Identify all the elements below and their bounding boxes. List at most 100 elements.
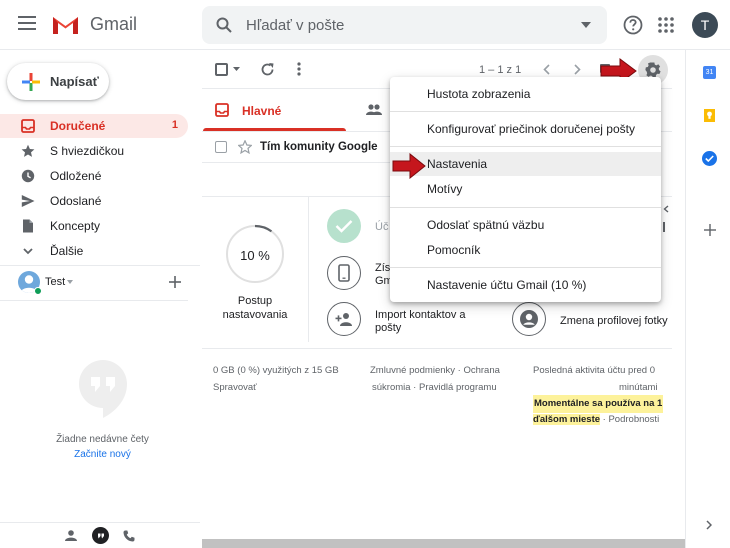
menu-item-label: Motívy bbox=[427, 182, 463, 196]
setup-vertical-divider bbox=[308, 197, 309, 342]
compose-label: Napísať bbox=[50, 74, 99, 89]
menu-item-display-density[interactable]: Hustota zobrazenia bbox=[390, 82, 661, 106]
search-options-icon[interactable] bbox=[581, 22, 591, 28]
keep-bulb-icon[interactable] bbox=[703, 108, 716, 123]
sidebar-item-label: Odoslané bbox=[50, 194, 102, 208]
sidebar-divider bbox=[0, 265, 200, 266]
calendar-icon[interactable]: 31 bbox=[703, 66, 716, 79]
sidebar-item-inbox[interactable]: Doručené 1 bbox=[0, 114, 188, 138]
sidebar-item-sent[interactable]: Odoslané bbox=[0, 189, 188, 213]
setup-item-truncated-1: Úč bbox=[375, 221, 389, 233]
hangouts-user-dropdown-icon[interactable] bbox=[67, 280, 73, 284]
menu-item-help[interactable]: Pomocník bbox=[390, 238, 661, 262]
search-bar[interactable] bbox=[202, 6, 607, 44]
star-outline-icon[interactable] bbox=[238, 140, 252, 154]
menu-item-send-feedback[interactable]: Odoslať spätnú väzbu bbox=[390, 213, 661, 237]
account-avatar[interactable]: T bbox=[692, 12, 718, 38]
send-icon bbox=[21, 194, 35, 208]
refresh-icon[interactable] bbox=[260, 62, 275, 77]
older-chevron-icon[interactable] bbox=[574, 64, 581, 75]
menu-item-gmail-setup[interactable]: Nastavenie účtu Gmail (10 %) bbox=[390, 273, 661, 297]
import-contacts-icon[interactable] bbox=[327, 302, 361, 336]
row-checkbox[interactable] bbox=[215, 141, 227, 153]
details-link[interactable]: · Podrobnosti bbox=[600, 414, 660, 425]
inbox-icon bbox=[21, 119, 35, 133]
social-people-icon[interactable] bbox=[366, 104, 382, 115]
active-sessions-highlight-2: ďalšom mieste bbox=[533, 414, 601, 425]
red-arrow-settings-icon bbox=[392, 153, 426, 179]
menu-separator bbox=[390, 146, 661, 147]
menu-item-label: Hustota zobrazenia bbox=[427, 87, 531, 101]
sidebar-item-starred[interactable]: S hviezdičkou bbox=[0, 139, 188, 163]
terms-link-line-2[interactable]: súkromia · Pravidlá programu bbox=[372, 379, 497, 397]
sidebar-item-label: S hviezdičkou bbox=[50, 144, 125, 158]
terms-link-line-1[interactable]: Zmluvné podmienky · Ochrana bbox=[370, 362, 500, 380]
get-addons-plus-icon[interactable] bbox=[704, 224, 716, 236]
compose-plus-icon bbox=[22, 73, 40, 91]
menu-separator bbox=[390, 207, 661, 208]
start-new-chat-link[interactable]: Začnite nový bbox=[0, 449, 205, 460]
settings-menu: Hustota zobrazenia Konfigurovať priečino… bbox=[390, 77, 661, 302]
menu-item-label: Nastavenie účtu Gmail (10 %) bbox=[427, 278, 587, 292]
menu-item-settings[interactable]: Nastavenia bbox=[390, 152, 661, 176]
gmail-logo-icon[interactable] bbox=[51, 14, 80, 36]
checkmark-icon bbox=[327, 209, 361, 243]
search-input[interactable] bbox=[246, 15, 566, 35]
apps-grid-icon[interactable] bbox=[650, 9, 682, 41]
manage-storage-link[interactable]: Spravovať bbox=[213, 379, 257, 397]
menu-separator bbox=[390, 111, 661, 112]
menu-item-label: Nastavenia bbox=[427, 157, 488, 171]
hangouts-chat-icon[interactable] bbox=[92, 527, 109, 544]
select-all-checkbox[interactable] bbox=[215, 63, 228, 76]
horizontal-scrollbar[interactable] bbox=[202, 539, 685, 548]
sidebar-divider-2 bbox=[0, 300, 188, 301]
menu-item-themes[interactable]: Motívy bbox=[390, 177, 661, 201]
mobile-phone-icon[interactable] bbox=[327, 256, 361, 290]
phone-icon[interactable] bbox=[123, 530, 135, 542]
newer-chevron-icon[interactable] bbox=[543, 64, 550, 75]
chevron-down-icon bbox=[21, 244, 35, 258]
change-profile-photo-text[interactable]: Zmena profilovej fotky bbox=[560, 315, 668, 328]
pagination-text: 1 – 1 z 1 bbox=[479, 64, 522, 76]
sidebar-item-drafts[interactable]: Koncepty bbox=[0, 214, 188, 238]
email-sender: Tím komunity Google bbox=[260, 141, 378, 153]
profile-photo-icon[interactable] bbox=[512, 302, 546, 336]
setup-bottom-border bbox=[202, 348, 672, 349]
side-panel: 31 bbox=[685, 50, 730, 548]
main-menu-icon[interactable] bbox=[18, 16, 36, 30]
unread-count-badge: 1 bbox=[171, 119, 178, 131]
setup-item-truncated-2a: Zís bbox=[375, 262, 391, 274]
table-row[interactable]: Tím komunity Google bbox=[202, 135, 390, 161]
tab-primary-label: Hlavné bbox=[242, 104, 282, 118]
search-icon[interactable] bbox=[216, 17, 232, 33]
help-icon[interactable] bbox=[617, 9, 649, 41]
select-dropdown-icon[interactable] bbox=[233, 67, 240, 71]
setup-progress-percent: 10 % bbox=[240, 248, 270, 263]
draft-icon bbox=[21, 219, 35, 233]
sidebar-item-snoozed[interactable]: Odložené bbox=[0, 164, 188, 188]
setup-scroll-marker bbox=[663, 222, 665, 232]
tab-primary[interactable]: Hlavné bbox=[202, 89, 348, 131]
contacts-person-icon[interactable] bbox=[65, 530, 77, 541]
app-name: Gmail bbox=[90, 14, 138, 34]
menu-item-configure-inbox[interactable]: Konfigurovať priečinok doručenej pošty bbox=[390, 117, 661, 141]
top-header: Gmail T bbox=[0, 0, 730, 50]
menu-item-label: Pomocník bbox=[427, 243, 481, 257]
sidebar-item-label: Ďalšie bbox=[50, 244, 84, 258]
sidebar-item-more[interactable]: Ďalšie bbox=[0, 239, 188, 263]
tasks-check-icon[interactable] bbox=[702, 151, 717, 166]
more-vert-icon[interactable] bbox=[297, 62, 301, 76]
setup-progress-label-2: nastavovania bbox=[222, 309, 288, 321]
expand-panel-chevron-icon[interactable] bbox=[706, 520, 712, 530]
menu-item-label: Konfigurovať priečinok doručenej pošty bbox=[427, 122, 635, 136]
compose-button[interactable]: Napísať bbox=[7, 63, 109, 100]
storage-usage-text: 0 GB (0 %) využitých z 15 GB bbox=[213, 365, 339, 376]
sidebar-item-label: Koncepty bbox=[50, 219, 101, 233]
hangouts-user-name[interactable]: Test bbox=[45, 276, 65, 288]
setup-close-icon[interactable] bbox=[663, 205, 669, 213]
new-chat-plus-icon[interactable] bbox=[169, 276, 181, 288]
menu-item-label: Odoslať spätnú väzbu bbox=[427, 218, 545, 232]
import-contacts-line-2[interactable]: pošty bbox=[375, 322, 401, 335]
import-contacts-line-1[interactable]: Import kontaktov a bbox=[375, 309, 466, 322]
hangouts-bubble-icon bbox=[78, 359, 128, 419]
